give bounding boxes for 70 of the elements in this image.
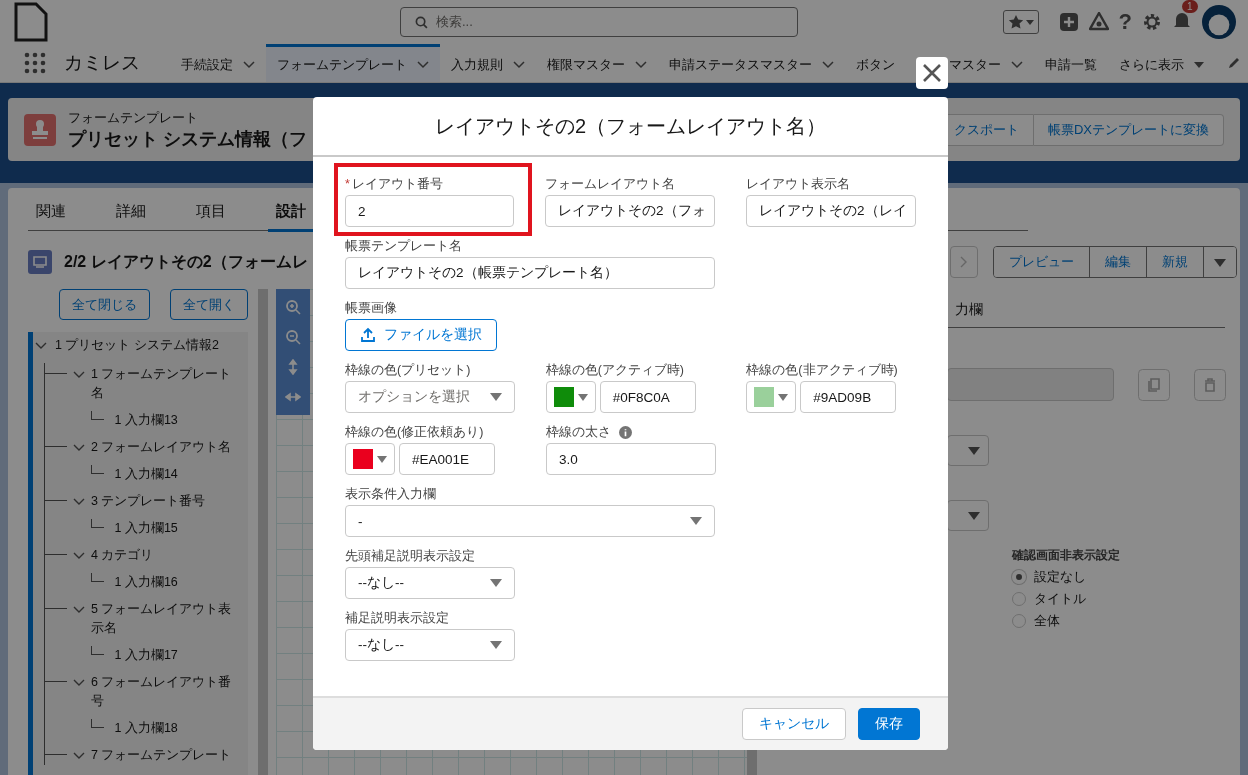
tree-item[interactable]: 7 フォームテンプレート bbox=[91, 746, 241, 765]
field-label: 補足説明表示設定 bbox=[345, 609, 449, 627]
tree-item[interactable]: 1 入力欄17 bbox=[114, 646, 248, 665]
field-label: 枠線の色(非アクティブ時) bbox=[746, 361, 898, 379]
field-label: 表示条件入力欄 bbox=[345, 485, 436, 503]
tree-item[interactable]: 1 入力欄14 bbox=[114, 465, 248, 484]
tree-item[interactable]: 6 フォームレイアウト番号 bbox=[91, 673, 241, 711]
input-field[interactable]: #0F8C0A bbox=[599, 381, 696, 413]
tree-item[interactable]: 2 フォームレイアウト名 bbox=[91, 438, 241, 457]
select-field[interactable]: --なし-- bbox=[345, 629, 515, 661]
input-field[interactable]: #EA001E bbox=[399, 443, 495, 475]
radio-label[interactable]: タイトル bbox=[1034, 590, 1086, 608]
field-label: 枠線の色(修正依頼あり) bbox=[345, 423, 484, 441]
nav-tab[interactable]: 手続設定 bbox=[170, 44, 266, 82]
cancel-button[interactable]: キャンセル bbox=[742, 708, 846, 740]
input-field[interactable]: 3.0 bbox=[546, 443, 716, 475]
layout-heading: 2/2 レイアウトその2（フォームレ bbox=[64, 251, 308, 272]
tree-item[interactable]: 5 フォームレイアウト表示名 bbox=[91, 600, 241, 638]
tree-item[interactable]: 1 プリセット システム情報2 bbox=[55, 336, 245, 355]
record-tab[interactable]: 項目 bbox=[188, 194, 268, 230]
field-label: 枠線の太さ bbox=[546, 423, 611, 441]
panel-tab[interactable]: 力欄 bbox=[955, 301, 983, 317]
radio-label[interactable]: 全体 bbox=[1034, 612, 1060, 630]
save-button[interactable]: 保存 bbox=[858, 708, 920, 740]
file-upload-button[interactable]: ファイルを選択 bbox=[345, 319, 497, 351]
nav-tab[interactable]: 申請ステータスマスター bbox=[658, 44, 845, 82]
tree-item[interactable]: 1 入力欄16 bbox=[114, 573, 248, 592]
tree-item[interactable]: 1 フォームテンプレート名 bbox=[91, 365, 241, 403]
tree-item[interactable]: 1 入力欄18 bbox=[114, 719, 248, 738]
notification-badge: 1 bbox=[1182, 0, 1198, 13]
select-field[interactable]: オプションを選択 bbox=[345, 381, 515, 413]
record-tab[interactable]: 詳細 bbox=[108, 194, 188, 230]
field-label: 先頭補足説明表示設定 bbox=[345, 547, 475, 565]
input-field[interactable]: #9AD09B bbox=[800, 381, 897, 413]
help-icon[interactable]: ? bbox=[1118, 9, 1132, 35]
field-label: * レイアウト番号 bbox=[345, 175, 443, 193]
modal-title: レイアウトその2（フォームレイアウト名） bbox=[434, 113, 827, 139]
search-field[interactable]: 検索... bbox=[400, 7, 798, 37]
object-label: フォームテンプレート bbox=[68, 108, 199, 127]
nav-tab[interactable]: フォームテンプレート bbox=[266, 44, 440, 82]
radio-label[interactable]: 設定なし bbox=[1034, 568, 1086, 586]
action-button[interactable]: 帳票DXテンプレートに変換 bbox=[1033, 113, 1224, 146]
tree-item[interactable]: 4 カテゴリ bbox=[91, 546, 241, 565]
tree-item[interactable]: 3 テンプレート番号 bbox=[91, 492, 241, 511]
app-name: カミレス bbox=[64, 51, 140, 75]
input-field[interactable]: レイアウトその2（帳票テンプレート名） bbox=[345, 257, 715, 289]
field-label: フォームレイアウト名 bbox=[545, 175, 675, 193]
tree-item[interactable]: 1 入力欄13 bbox=[114, 411, 248, 430]
nav-tab[interactable]: さらに表示 bbox=[1108, 44, 1215, 82]
input-field[interactable]: レイアウトその2（フォ bbox=[545, 195, 715, 227]
nav-tab[interactable]: 申請一覧 bbox=[1034, 44, 1108, 82]
tree-toggle-button[interactable]: 全て閉じる bbox=[59, 289, 150, 320]
select-field[interactable]: - bbox=[345, 505, 715, 537]
field-label: 枠線の色(プリセット) bbox=[345, 361, 471, 379]
tree-item[interactable]: 1 入力欄15 bbox=[114, 519, 248, 538]
input-field[interactable]: レイアウトその2（レイ bbox=[746, 195, 916, 227]
field-label: 帳票画像 bbox=[345, 299, 397, 317]
record-title: プリセット システム情報（フ bbox=[68, 127, 307, 151]
tree-toggle-button[interactable]: 全て開く bbox=[170, 289, 248, 320]
input-field[interactable]: 2 bbox=[345, 195, 514, 227]
nav-tab[interactable]: ボタン マスター bbox=[845, 44, 1034, 82]
field-label: レイアウト表示名 bbox=[746, 175, 850, 193]
nav-tab[interactable]: 入力規則 bbox=[440, 44, 536, 82]
radio-group-label: 確認画面非表示設定 bbox=[1012, 547, 1121, 564]
record-tab[interactable]: 関連 bbox=[28, 194, 108, 230]
field-label: 枠線の色(アクティブ時) bbox=[545, 361, 684, 379]
field-label: 帳票テンプレート名 bbox=[345, 237, 462, 255]
nav-tab-label[interactable]: マスター bbox=[949, 55, 1001, 74]
nav-tab[interactable]: 権限マスター bbox=[536, 44, 658, 82]
select-field[interactable]: --なし-- bbox=[345, 567, 515, 599]
